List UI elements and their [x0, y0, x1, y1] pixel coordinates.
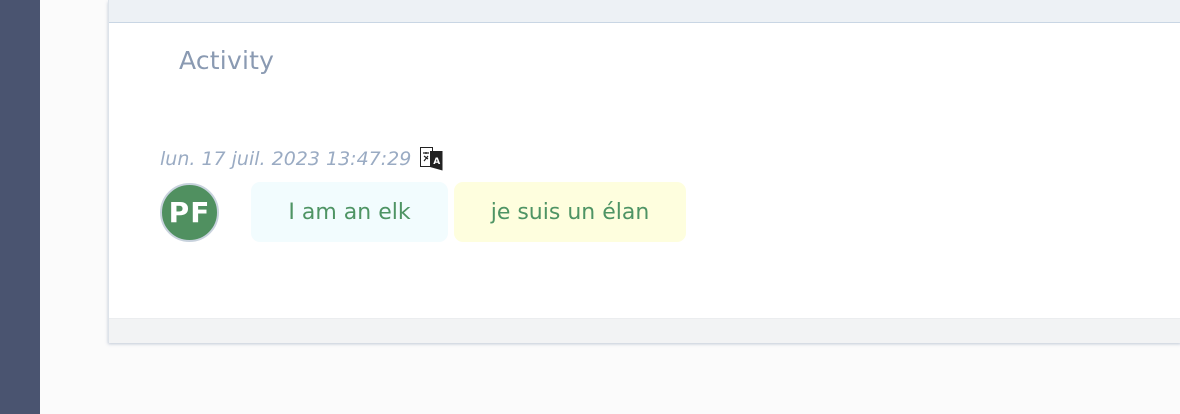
sidebar — [0, 0, 40, 414]
activity-entry-meta: lun. 17 juil. 2023 13:47:29 A — [160, 145, 443, 173]
card-header-bar — [109, 0, 1180, 23]
avatar: PF — [160, 183, 219, 242]
activity-card: Activity lun. 17 juil. 2023 13:47:29 A P… — [108, 0, 1180, 343]
section-title: Activity — [179, 46, 275, 75]
entry-timestamp: lun. 17 juil. 2023 13:47:29 — [160, 148, 412, 170]
card-footer — [109, 318, 1180, 343]
svg-text:A: A — [434, 157, 441, 167]
translated-message-bubble: je suis un élan — [454, 182, 686, 242]
source-message-bubble: I am an elk — [251, 182, 448, 242]
translate-icon[interactable]: A — [420, 147, 443, 171]
